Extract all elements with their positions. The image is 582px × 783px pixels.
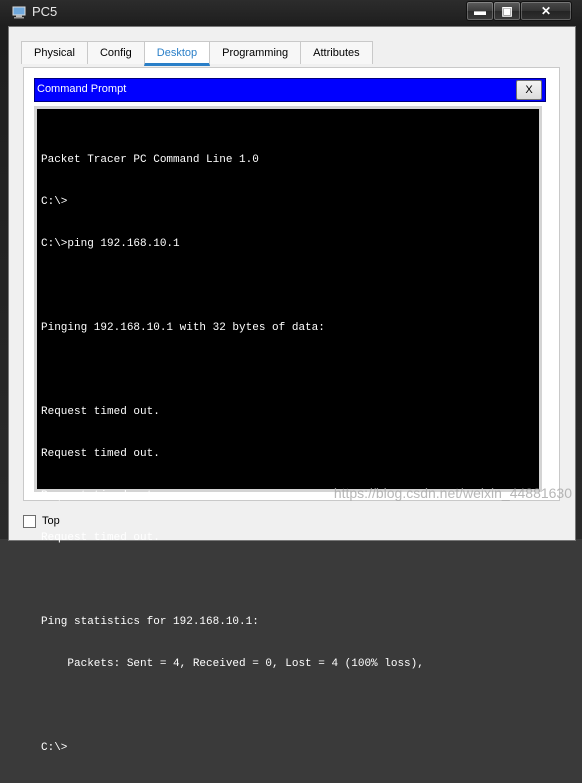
footer: Top [23, 514, 60, 528]
tab-attributes[interactable]: Attributes [300, 41, 373, 64]
pc-icon [12, 5, 26, 19]
terminal-line: Ping statistics for 192.168.10.1: [41, 616, 259, 628]
minimize-icon: ▬ [474, 4, 486, 18]
terminal-line: Packet Tracer PC Command Line 1.0 [41, 154, 259, 166]
command-prompt-header: Command Prompt X [34, 78, 546, 102]
maximize-button[interactable]: ▣ [493, 1, 521, 21]
maximize-icon: ▣ [501, 4, 513, 18]
terminal-area[interactable]: Packet Tracer PC Command Line 1.0 C:\> C… [34, 106, 542, 754]
close-button[interactable]: ✕ [520, 1, 572, 21]
terminal-line: C:\> [41, 196, 68, 208]
close-icon: ✕ [540, 4, 552, 18]
title-bar[interactable]: PC5 ▬ ▣ ✕ [0, 0, 582, 26]
terminal-line: Pinging 192.168.10.1 with 32 bytes of da… [41, 322, 325, 334]
terminal-line: Request timed out. [41, 532, 160, 544]
tab-physical[interactable]: Physical [21, 41, 88, 64]
minimize-button[interactable]: ▬ [466, 1, 494, 21]
terminal-line: C:\>ping 192.168.10.1 [41, 238, 180, 250]
desktop-panel: Command Prompt X Packet Tracer PC Comman… [23, 67, 560, 754]
close-icon: X [525, 84, 533, 96]
top-checkbox[interactable] [23, 514, 36, 528]
terminal-line: Request timed out. [41, 448, 160, 460]
command-prompt-close-button[interactable]: X [516, 80, 542, 100]
tab-config[interactable]: Config [86, 41, 145, 64]
command-prompt-title: Command Prompt [37, 83, 127, 95]
terminal-line: Packets: Sent = 4, Received = 0, Lost = … [41, 658, 424, 670]
app-window: PC5 ▬ ▣ ✕ Physical Config Desktop Progra… [0, 0, 582, 754]
window-client-area: Physical Config Desktop Programming Attr… [8, 26, 576, 754]
top-checkbox-label: Top [42, 515, 60, 527]
tab-programming[interactable]: Programming [209, 41, 302, 64]
tab-desktop[interactable]: Desktop [143, 41, 211, 66]
watermark: https://blog.csdn.net/weixin_44881630 [333, 485, 572, 501]
window-title: PC5 [32, 4, 58, 19]
terminal-output: Packet Tracer PC Command Line 1.0 C:\> C… [41, 125, 535, 783]
terminal-line: Request timed out. [41, 406, 160, 418]
tab-bar: Physical Config Desktop Programming Attr… [21, 41, 373, 66]
terminal-prompt-line: C:\> [41, 742, 68, 754]
